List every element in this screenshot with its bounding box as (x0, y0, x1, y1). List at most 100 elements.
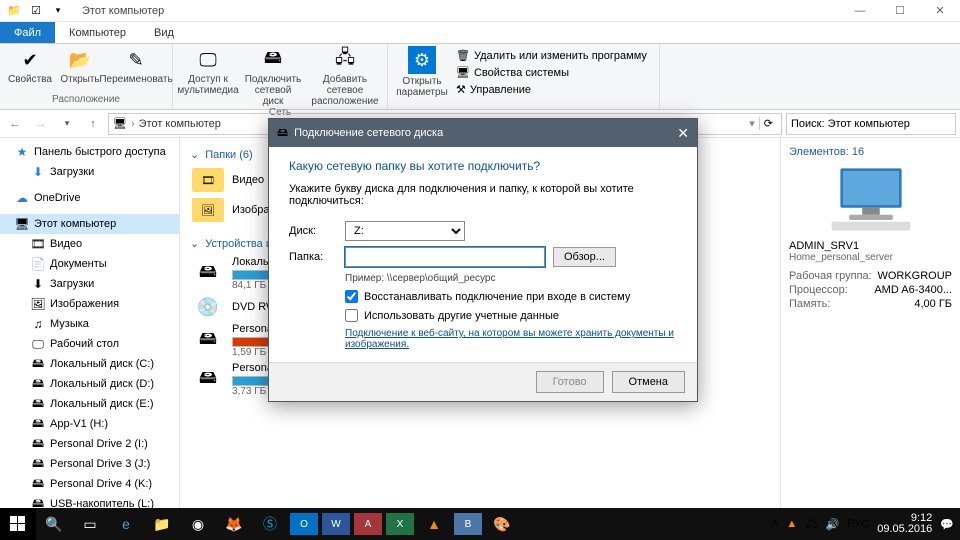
taskbar-vlc[interactable]: ▲ (416, 508, 452, 540)
nav-usb[interactable]: 🖴USB-накопитель (L:) (0, 494, 179, 508)
windows-icon (10, 516, 26, 532)
tray-language[interactable]: РУС (847, 518, 869, 530)
nav-onedrive[interactable]: ☁OneDrive (0, 188, 179, 208)
refresh-button[interactable]: ⟳ (759, 117, 777, 130)
nav-local-c[interactable]: 🖴Локальный диск (C:) (0, 354, 179, 374)
browse-button[interactable]: Обзор... (553, 247, 616, 267)
dialog-titlebar[interactable]: 🖴 Подключение сетевого диска ✕ (269, 119, 697, 147)
download-icon: ⬇ (30, 276, 46, 292)
drive-icon: 🖴 (30, 356, 46, 372)
taskbar-paint[interactable]: 🎨 (484, 508, 520, 540)
nav-local-d[interactable]: 🖴Локальный диск (D:) (0, 374, 179, 394)
qat-dropdown-icon[interactable]: ▾ (48, 2, 68, 20)
search-button[interactable]: 🔍 (36, 508, 72, 540)
ribbon-map-drive-button[interactable]: 🖴Подключить сетевой диск (243, 48, 303, 107)
nav-recent-button[interactable]: ▾ (56, 113, 78, 135)
breadcrumb[interactable]: Этот компьютер (139, 118, 221, 130)
download-icon: ⬇ (30, 164, 46, 180)
drive-select[interactable]: Z: (345, 221, 465, 241)
nav-quick-access[interactable]: ★Панель быстрого доступа (0, 142, 179, 162)
nav-appv[interactable]: 🖴App-V1 (H:) (0, 414, 179, 434)
pc-name: ADMIN_SRV1 (789, 240, 952, 252)
ribbon-media-button[interactable]: 🖵Доступ к мультимедиа (179, 48, 237, 96)
ribbon-open-settings-button[interactable]: ⚙Открыть параметры (394, 46, 450, 98)
nav-documents[interactable]: 📄Документы (0, 254, 179, 274)
ok-button[interactable]: Готово (536, 371, 604, 393)
nav-local-e[interactable]: 🖴Локальный диск (E:) (0, 394, 179, 414)
nav-music[interactable]: ♫Музыка (0, 314, 179, 334)
qat-explorer-icon[interactable]: 📁 (4, 2, 24, 20)
search-input[interactable]: Поиск: Этот компьютер (786, 113, 956, 135)
dialog-title: Подключение сетевого диска (294, 127, 443, 139)
nav-images[interactable]: 🖼Изображения (0, 294, 179, 314)
ribbon-sysprops-button[interactable]: 🖥Свойства системы (454, 65, 649, 80)
nav-downloads2[interactable]: ⬇Загрузки (0, 274, 179, 294)
pc-icon: 🖥 (14, 216, 30, 232)
nav-this-pc[interactable]: 🖥Этот компьютер (0, 214, 179, 234)
tab-file[interactable]: Файл (0, 22, 55, 43)
tray-network-icon[interactable]: 🖧 (805, 515, 817, 534)
taskbar-excel[interactable]: X (386, 513, 414, 535)
drive-icon: 🖴 (30, 376, 46, 392)
maximize-button[interactable]: ☐ (880, 0, 920, 22)
taskbar-firefox[interactable]: 🦊 (216, 508, 252, 540)
qat-props-icon[interactable]: ☑ (26, 2, 46, 20)
details-header: Элементов: 16 (789, 146, 952, 158)
nav-desktop[interactable]: 🖵Рабочий стол (0, 334, 179, 354)
dvd-icon: 💿 (192, 295, 224, 319)
tray-vlc-icon[interactable]: ▲ (786, 518, 797, 530)
open-icon: 📂 (68, 48, 92, 72)
close-button[interactable]: ✕ (920, 0, 960, 22)
nav-downloads[interactable]: ⬇Загрузки (0, 162, 179, 182)
nav-pd4[interactable]: 🖴Personal Drive 4 (K:) (0, 474, 179, 494)
nav-back-button[interactable]: ← (4, 113, 26, 135)
ribbon-tabs: Файл Компьютер Вид (0, 22, 960, 44)
dialog-close-button[interactable]: ✕ (677, 125, 689, 142)
dialog-instruction: Укажите букву диска для подключения и па… (289, 183, 677, 207)
nav-up-button[interactable]: ↑ (82, 113, 104, 135)
reconnect-checkbox[interactable]: Восстанавливать подключение при входе в … (345, 290, 677, 303)
nav-pd2[interactable]: 🖴Personal Drive 2 (I:) (0, 434, 179, 454)
taskbar-word[interactable]: W (322, 513, 350, 535)
credentials-checkbox[interactable]: Использовать другие учетные данные (345, 309, 677, 322)
taskbar[interactable]: 🔍 ▭ e 📁 ◉ 🦊 Ⓢ O W A X ▲ В 🎨 ˄ ▲ 🖧 🔊 РУС … (0, 508, 960, 540)
taskbar-access[interactable]: A (354, 513, 382, 535)
taskbar-outlook[interactable]: O (290, 513, 318, 535)
tray-clock[interactable]: 9:12 09.05.2016 (877, 513, 932, 535)
tray-notifications-icon[interactable]: 💬 (940, 518, 954, 531)
ribbon-rename-button[interactable]: ✎Переименовать (106, 48, 166, 85)
website-link[interactable]: Подключение к веб-сайту, на котором вы м… (345, 328, 677, 350)
nav-forward-button[interactable]: → (30, 113, 52, 135)
tab-computer[interactable]: Компьютер (55, 22, 140, 43)
nav-pd3[interactable]: 🖴Personal Drive 3 (J:) (0, 454, 179, 474)
ribbon-uninstall-button[interactable]: 🗑Удалить или изменить программу (454, 48, 649, 63)
map-drive-icon: 🖴 (261, 48, 285, 72)
start-button[interactable] (0, 508, 36, 540)
address-dropdown-icon[interactable]: ▾ (749, 117, 755, 130)
ribbon-manage-button[interactable]: ⚒Управление (454, 82, 649, 97)
tab-view[interactable]: Вид (140, 22, 188, 43)
manage-icon: ⚒ (456, 83, 466, 96)
cancel-button[interactable]: Отмена (612, 371, 685, 393)
folder-input[interactable] (345, 247, 545, 267)
taskview-button[interactable]: ▭ (72, 508, 108, 540)
drive-icon: 🖴 (30, 476, 46, 492)
taskbar-chrome[interactable]: ◉ (180, 508, 216, 540)
folder-example: Пример: \\сервер\общий_ресурс (345, 273, 677, 284)
taskbar-edge[interactable]: e (108, 508, 144, 540)
dialog-question: Какую сетевую папку вы хотите подключить… (289, 159, 677, 173)
ribbon-open-button[interactable]: 📂Открыть (60, 48, 100, 85)
taskbar-skype[interactable]: Ⓢ (252, 508, 288, 540)
navigation-pane[interactable]: ★Панель быстрого доступа ⬇Загрузки ☁OneD… (0, 138, 180, 508)
taskbar-explorer[interactable]: 📁 (144, 508, 180, 540)
folder-label: Папка: (289, 251, 337, 263)
tray-volume-icon[interactable]: 🔊 (826, 518, 840, 531)
ribbon-properties-button[interactable]: ✔Свойства (6, 48, 54, 85)
system-tray[interactable]: ˄ ▲ 🖧 🔊 РУС 9:12 09.05.2016 💬 (772, 513, 960, 535)
minimize-button[interactable]: — (840, 0, 880, 22)
nav-video[interactable]: 🎞Видео (0, 234, 179, 254)
taskbar-vk[interactable]: В (454, 513, 482, 535)
tray-chevron-up-icon[interactable]: ˄ (772, 518, 778, 530)
ribbon-add-network-button[interactable]: 🖧Добавить сетевое расположение (309, 48, 381, 107)
images-folder-icon: 🖼 (192, 198, 224, 222)
